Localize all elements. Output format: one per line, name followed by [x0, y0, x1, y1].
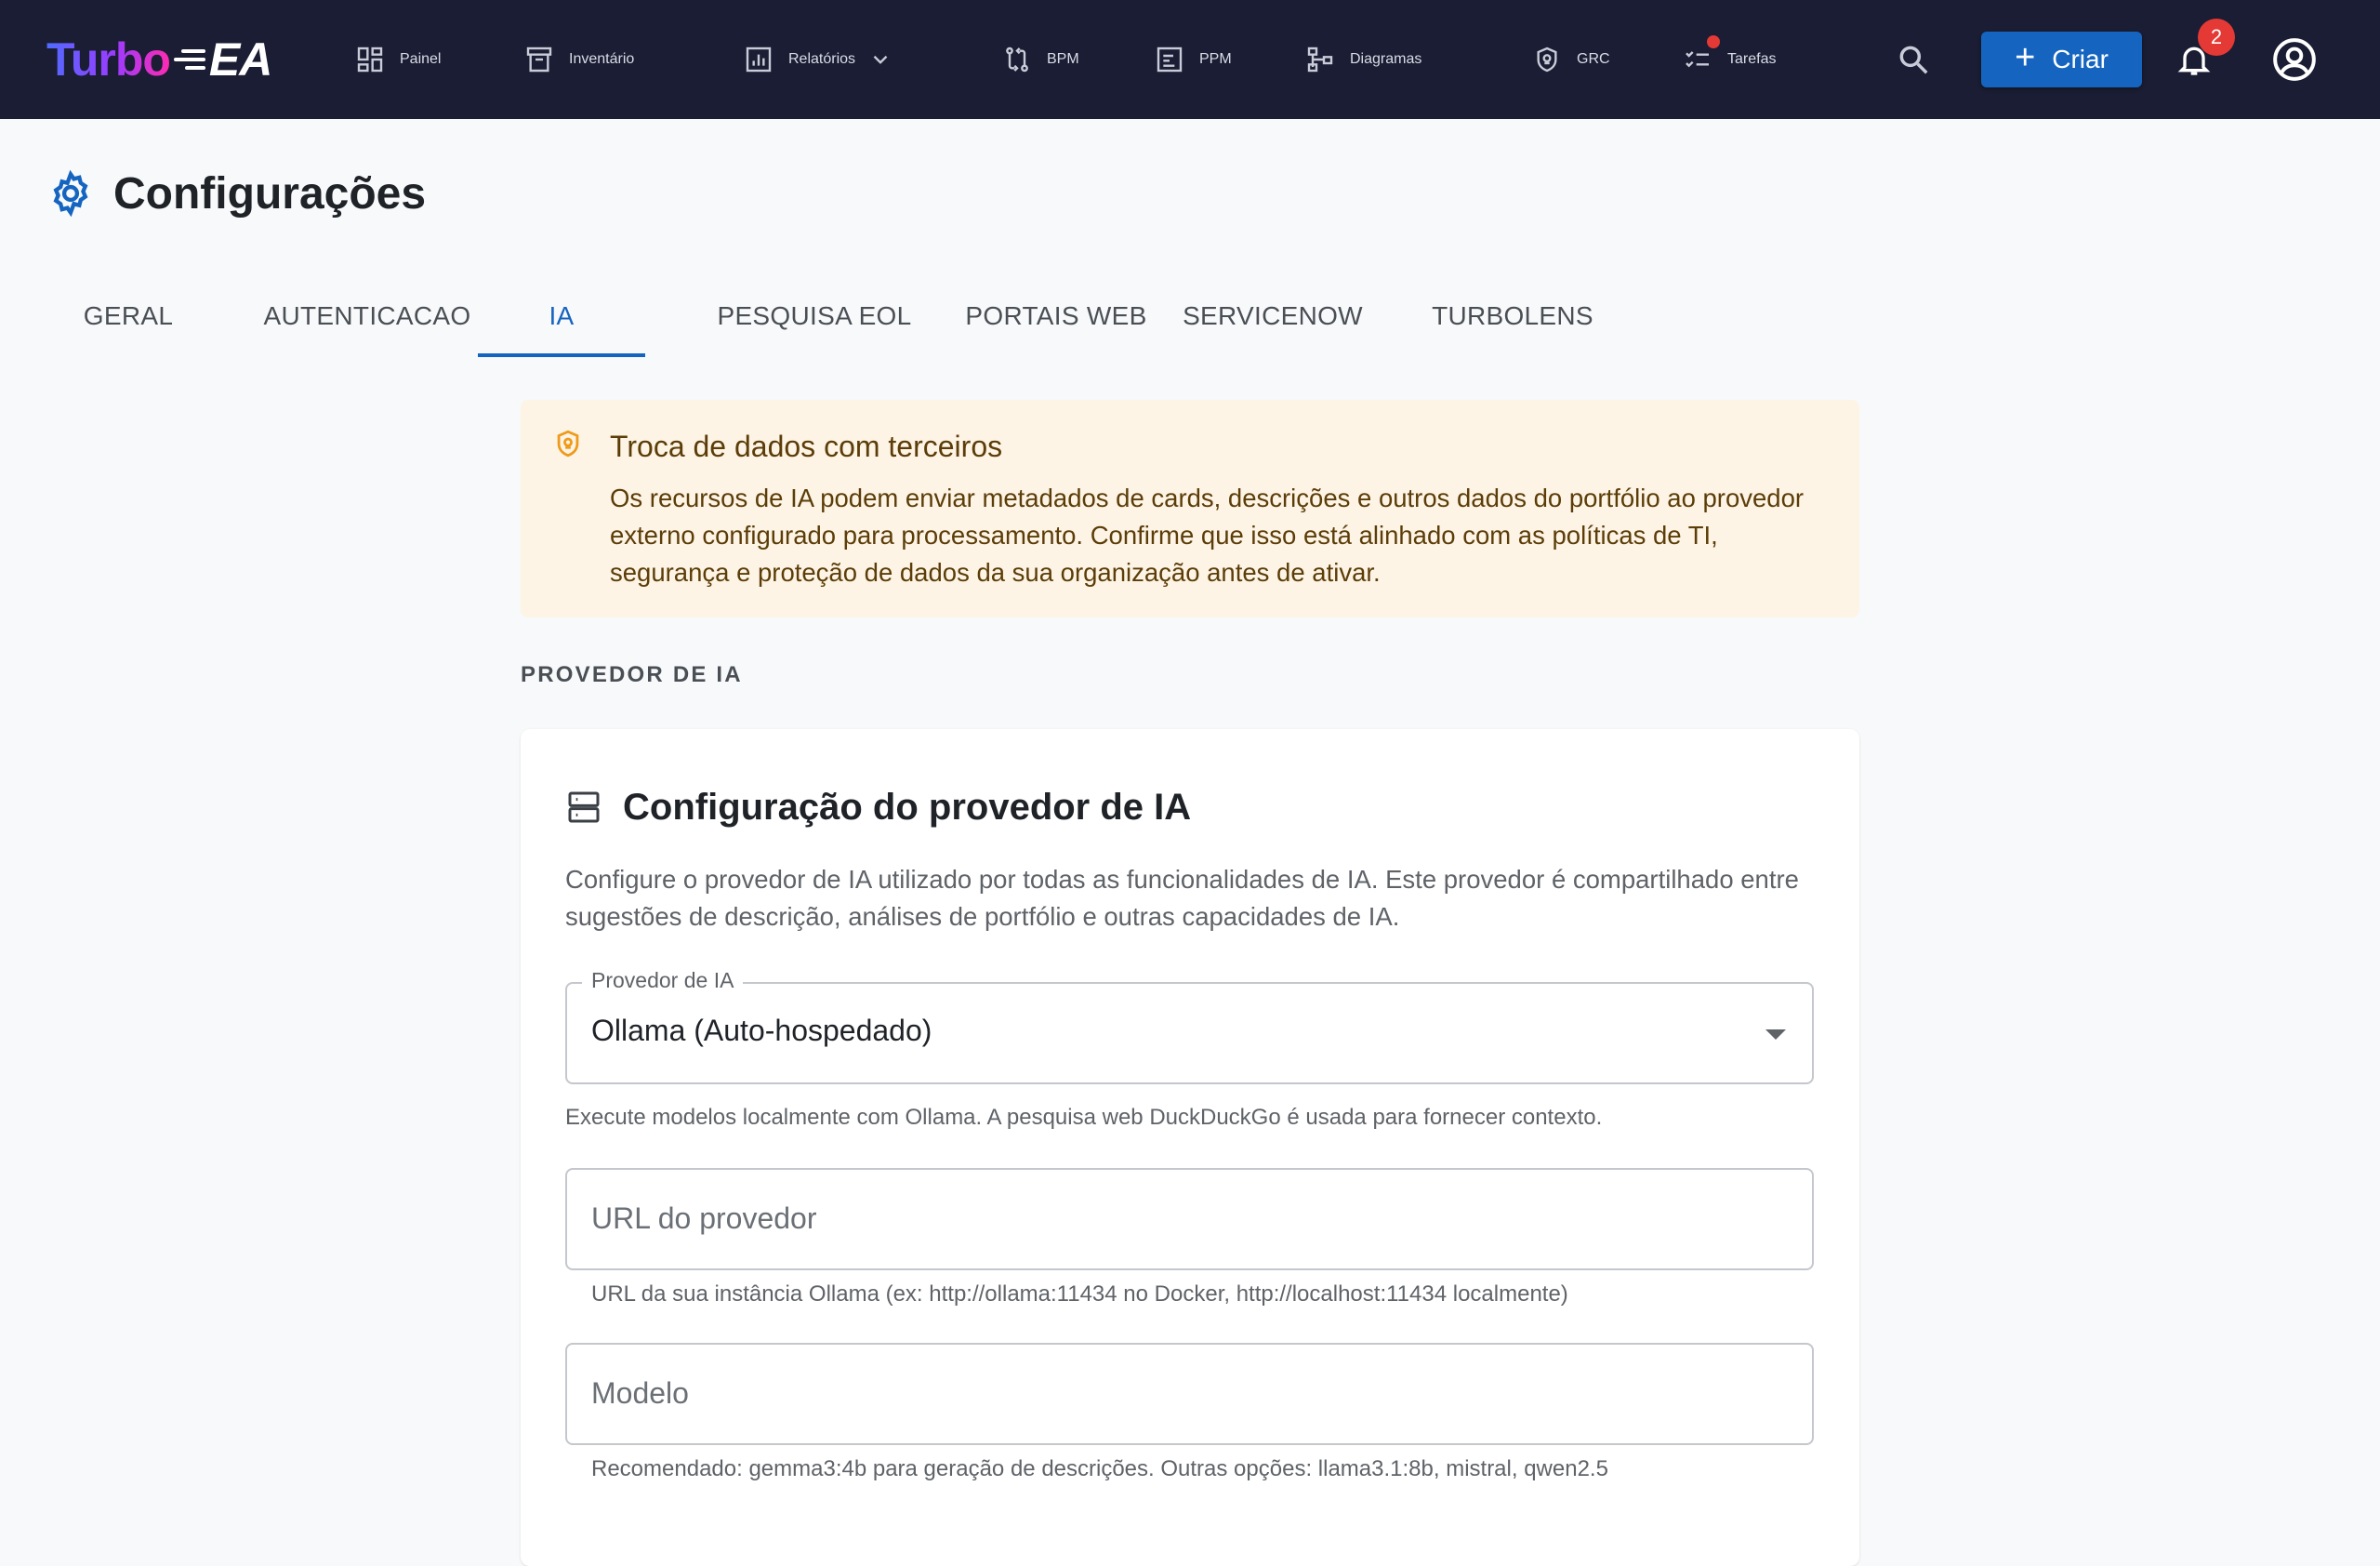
ppm-icon [1157, 46, 1183, 73]
provider-url-placeholder: URL do provedor [591, 1201, 817, 1235]
card-header: Configuração do provedor de IA [565, 779, 1191, 835]
nav-label-diagramas: Diagramas [1350, 51, 1422, 67]
tasks-notification-dot [1707, 35, 1720, 48]
model-input[interactable]: Modelo [565, 1343, 1814, 1445]
provider-url-helper: URL da sua instância Ollama (ex: http://… [591, 1281, 1568, 1307]
card-description: Configure o provedor de IA utilizado por… [565, 865, 1799, 931]
create-button-label: Criar [2052, 45, 2109, 73]
tab-geral[interactable]: GERAL [46, 279, 210, 353]
ai-provider-select[interactable]: Provedor de IA Ollama (Auto-hospedado) [565, 968, 1814, 1084]
app-logo[interactable]: Turbo EA [46, 32, 272, 87]
inventory-icon [526, 46, 552, 73]
dropdown-arrow-icon [1765, 1029, 1786, 1040]
nav-label-bpm: BPM [1047, 51, 1079, 67]
logo-turbo-text: Turbo [46, 33, 171, 86]
active-tab-indicator [478, 353, 645, 357]
logo-ea-text: EA [208, 33, 272, 86]
nav-label-grc: GRC [1577, 51, 1610, 67]
nav-label-relatorios: Relatórios [788, 51, 856, 67]
user-account-button[interactable] [2270, 35, 2319, 84]
nav-label-ppm: PPM [1199, 51, 1232, 67]
gear-icon [53, 169, 88, 218]
model-placeholder: Modelo [591, 1376, 689, 1410]
tab-ia[interactable]: IA [478, 279, 645, 353]
model-helper: Recomendado: gemma3:4b para geração de d… [591, 1456, 1608, 1481]
create-button[interactable]: + Criar [1981, 32, 2142, 87]
diagrams-icon [1307, 46, 1333, 73]
bpm-icon [1006, 46, 1028, 73]
nav-item-inventario[interactable]: Inventário [524, 37, 634, 82]
alert-body: Os recursos de IA podem enviar metadados… [610, 484, 1805, 587]
reports-icon [746, 46, 772, 73]
nav-item-grc[interactable]: GRC [1532, 37, 1610, 82]
page-header: Configurações [46, 166, 426, 221]
top-navigation-bar: Turbo EA Painel Inventário Relatórios BP… [0, 0, 2380, 119]
shield-warning-icon [557, 430, 579, 458]
card-title: Configuração do provedor de IA [623, 786, 1192, 828]
search-icon [1899, 46, 1928, 74]
ai-provider-card: Configuração do provedor de IA Configure… [521, 729, 1859, 1566]
ai-provider-value: Ollama (Auto-hospedado) [591, 1014, 932, 1047]
ai-provider-label: Provedor de IA [582, 968, 744, 993]
nav-item-painel[interactable]: Painel [355, 37, 441, 82]
tab-turbolens[interactable]: TURBOLENS [1370, 279, 1655, 353]
notification-count-badge: 2 [2198, 19, 2235, 56]
nav-item-tarefas[interactable]: Tarefas [1683, 37, 1776, 82]
alert-title: Troca de dados com terceiros [610, 430, 1003, 463]
third-party-data-warning: Troca de dados com terceiros Os recursos… [521, 400, 1859, 617]
nav-label-painel: Painel [400, 51, 442, 67]
chevron-down-icon [873, 55, 888, 64]
server-icon [568, 791, 600, 823]
section-label: PROVEDOR DE IA [521, 662, 743, 687]
provider-url-input[interactable]: URL do provedor [565, 1168, 1814, 1270]
nav-label-inventario: Inventário [569, 51, 635, 67]
ai-provider-helper: Execute modelos localmente com Ollama. A… [565, 1105, 1603, 1130]
nav-item-bpm[interactable]: BPM [1002, 37, 1079, 82]
nav-item-ppm[interactable]: PPM [1155, 37, 1232, 82]
tasks-icon [1686, 51, 1709, 68]
logo-speed-lines [173, 46, 205, 73]
search-button[interactable] [1893, 39, 1934, 80]
plus-icon: + [2015, 38, 2036, 77]
dashboard-icon [357, 46, 383, 73]
nav-item-relatorios[interactable]: Relatórios [744, 37, 892, 82]
nav-item-diagramas[interactable]: Diagramas [1305, 37, 1421, 82]
account-circle-icon [2273, 38, 2316, 81]
shield-icon [1537, 46, 1557, 73]
page-title: Configurações [113, 168, 427, 219]
nav-label-tarefas: Tarefas [1727, 51, 1777, 67]
